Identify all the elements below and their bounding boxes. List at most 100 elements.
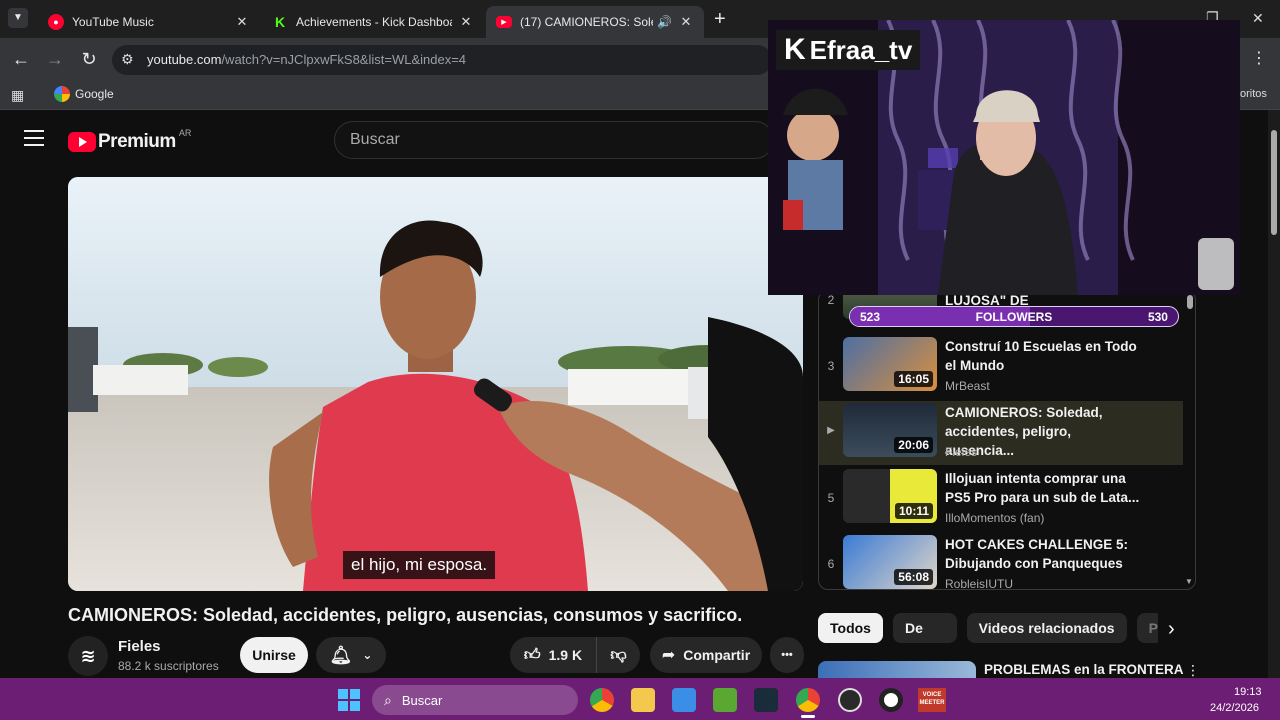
close-tab-icon[interactable]: ✕ <box>234 14 250 30</box>
playlist-item[interactable]: 5 10:11 Illojuan intenta comprar una PS5… <box>819 467 1183 531</box>
chrome-icon[interactable] <box>590 688 614 712</box>
duration-badge: 10:11 <box>894 503 933 519</box>
playlist-panel: 2 LUJOSA" DE LATINOAMERIC... 3 16:05 Con… <box>818 290 1196 590</box>
related-more-icon[interactable]: ⋮ <box>1186 662 1200 679</box>
playlist-item-channel: MrBeast <box>945 379 990 393</box>
chip-todos[interactable]: Todos <box>818 613 883 643</box>
playlist-item-channel: IlloMomentos (fan) <box>945 511 1045 525</box>
bookmarks-folder-label[interactable]: oritos <box>1240 88 1267 100</box>
tab-search-button[interactable]: ▼ <box>8 8 28 28</box>
tab-youtube-video[interactable]: ▶ (17) CAMIONEROS: Soledad, 🔊 ✕ <box>486 6 704 38</box>
tab-title: YouTube Music <box>72 15 154 29</box>
chip-videos-relacionados[interactable]: Videos relacionados <box>966 613 1127 643</box>
scrollbar-thumb[interactable] <box>1271 130 1277 235</box>
playlist-item[interactable]: 3 16:05 Construí 10 Escuelas en Todo el … <box>819 335 1183 399</box>
tab-kick-dashboard[interactable]: K Achievements - Kick Dashboard ✕ <box>262 6 484 38</box>
filter-chips: Todos De Fieles Videos relacionados Pa <box>818 613 1158 643</box>
playlist-index: 2 <box>827 293 835 307</box>
subscriber-count: 88.2 k suscriptores <box>118 659 219 673</box>
back-button[interactable]: ← <box>10 48 32 70</box>
audio-playing-icon[interactable]: 🔊 <box>657 15 672 29</box>
notifications-button[interactable]: 🔔︎ ⌄ <box>316 637 386 673</box>
taskbar-time[interactable]: 19:13 <box>1234 686 1262 698</box>
site-info-icon[interactable]: ⚙ <box>121 51 134 68</box>
channel-avatar[interactable]: ≋ <box>68 636 108 676</box>
hamburger-menu-icon[interactable] <box>24 130 44 146</box>
streamer-name: Efraa_tv <box>809 34 913 65</box>
streamer-tag: K Efraa_tv <box>776 30 921 70</box>
youtube-music-icon: ● <box>48 14 64 30</box>
duration-badge: 56:08 <box>894 569 933 585</box>
minecraft-icon[interactable] <box>713 688 737 712</box>
close-window-button[interactable]: ✕ <box>1252 10 1264 27</box>
url-text[interactable]: youtube.com/watch?v=nJClpxwFkS8&list=WL&… <box>147 52 466 67</box>
youtube-search-box[interactable] <box>334 121 774 159</box>
like-button[interactable]: 👍︎ 1.9 K <box>510 637 596 673</box>
playlist-item-channel: RobleisIUTU <box>945 577 1014 590</box>
playlist-index: 5 <box>827 491 835 505</box>
video-frame-image <box>68 177 803 591</box>
voicemeeter-icon[interactable]: VOICE MEETER <box>918 688 946 712</box>
tab-youtube-music[interactable]: ● YouTube Music ✕ <box>38 6 260 38</box>
thumbs-down-icon: 👎︎ <box>610 646 627 664</box>
playlist-item-current[interactable]: ▶ 20:06 CAMIONEROS: Soledad, accidentes,… <box>819 401 1183 465</box>
join-button[interactable]: Unirse <box>240 637 308 673</box>
scroll-down-arrow-icon[interactable]: ▼ <box>1185 577 1193 586</box>
more-actions-button[interactable]: ••• <box>770 637 804 673</box>
chip-partial[interactable]: Pa <box>1136 613 1158 643</box>
bookmark-google[interactable]: Google <box>54 86 114 102</box>
store-icon[interactable] <box>672 688 696 712</box>
playlist-item[interactable]: 6 56:08 HOT CAKES CHALLENGE 5: Dibujando… <box>819 533 1183 590</box>
playlist-item-title: Construí 10 Escuelas en Todo el Mundo <box>945 339 1137 373</box>
related-video-title[interactable]: PROBLEMAS en la FRONTERA <box>984 662 1184 677</box>
youtube-premium-logo[interactable]: Premium AR <box>68 128 191 153</box>
playlist-thumbnail: 10:11 <box>843 469 937 523</box>
share-label: Compartir <box>683 647 751 663</box>
kick-icon: K <box>272 14 288 30</box>
taskbar-search[interactable]: ⌕ Buscar <box>372 685 578 715</box>
playlist-scrollbar-thumb[interactable] <box>1187 295 1193 309</box>
kebab-menu-icon[interactable]: ⋮ <box>1248 48 1270 70</box>
duration-badge: 20:06 <box>894 437 933 453</box>
reload-button[interactable]: ↻ <box>78 48 100 70</box>
video-player[interactable] <box>68 177 803 591</box>
apps-grid-icon[interactable]: ▦ <box>11 87 24 104</box>
related-thumbnail[interactable] <box>818 661 976 678</box>
close-tab-icon[interactable]: ✕ <box>678 14 694 30</box>
playlist-thumbnail: 56:08 <box>843 535 937 589</box>
youtube-play-icon <box>68 132 96 152</box>
video-caption: el hijo, mi esposa. <box>343 551 496 579</box>
like-count: 1.9 K <box>548 647 583 663</box>
dislike-button[interactable]: 👎︎ <box>596 637 640 673</box>
tab-title: (17) CAMIONEROS: Soledad, <box>520 15 653 29</box>
duration-badge: 16:05 <box>894 371 933 387</box>
streamlabs-icon[interactable] <box>879 688 903 712</box>
kick-logo-icon: K <box>784 33 806 66</box>
chevron-right-icon[interactable]: › <box>1168 618 1175 641</box>
page-scrollbar[interactable] <box>1268 110 1280 678</box>
search-icon: ⌕ <box>384 691 392 708</box>
close-tab-icon[interactable]: ✕ <box>458 14 474 30</box>
chrome-active-icon[interactable] <box>796 688 820 712</box>
windows-start-icon[interactable] <box>338 689 360 711</box>
obs-icon[interactable] <box>838 688 862 712</box>
taskbar-date[interactable]: 24/2/2026 <box>1210 702 1259 714</box>
tab-title: Achievements - Kick Dashboard <box>296 15 452 29</box>
followers-goal-bar: 523 FOLLOWERS 530 <box>849 306 1179 327</box>
video-title: CAMIONEROS: Soledad, accidentes, peligro… <box>68 605 743 625</box>
active-app-indicator <box>801 715 815 718</box>
launcher-icon[interactable] <box>754 688 778 712</box>
google-icon <box>54 86 70 102</box>
chip-de-fieles[interactable]: De Fieles <box>892 613 957 643</box>
followers-current: 523 <box>860 309 881 324</box>
webcam-overlay: K Efraa_tv <box>768 20 1240 295</box>
new-tab-button[interactable]: + <box>714 8 726 31</box>
url-path: /watch?v=nJClpxwFkS8&list=WL&index=4 <box>221 52 467 67</box>
share-button[interactable]: ➦ Compartir <box>650 637 762 673</box>
file-explorer-icon[interactable] <box>631 688 655 712</box>
playlist-item-title: Illojuan intenta comprar una PS5 Pro par… <box>945 471 1140 505</box>
channel-name[interactable]: Fieles <box>118 638 161 655</box>
bell-icon: 🔔︎ <box>329 644 353 665</box>
playlist-item-title: HOT CAKES CHALLENGE 5: Dibujando con Pan… <box>945 537 1129 571</box>
forward-button[interactable]: → <box>44 48 66 70</box>
